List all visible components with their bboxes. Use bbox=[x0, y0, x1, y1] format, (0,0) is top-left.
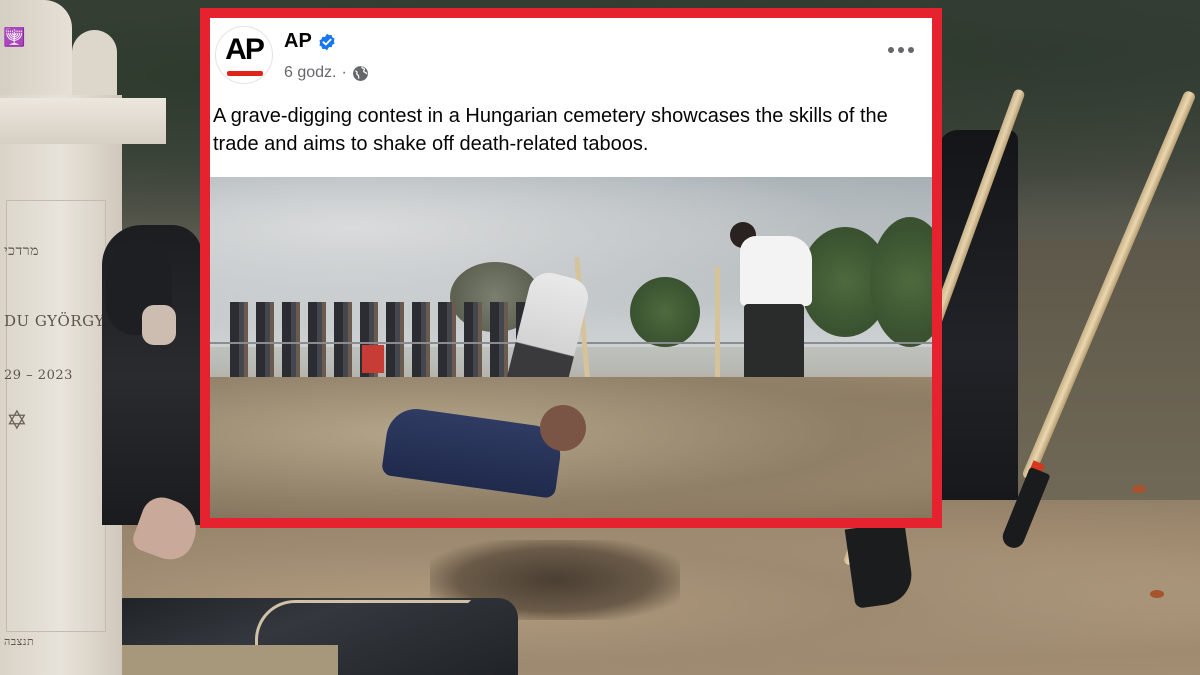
fallen-leaf bbox=[1150, 590, 1164, 598]
more-dot bbox=[898, 47, 904, 53]
tombstone-years: 29 – 2023 bbox=[4, 368, 73, 383]
person-right bbox=[938, 130, 1018, 500]
photo-red-banner bbox=[362, 345, 384, 373]
photo-digger-shirt bbox=[740, 236, 812, 306]
fallen-leaf bbox=[1132, 485, 1146, 493]
tombstone-cap bbox=[0, 98, 166, 144]
post-photo[interactable] bbox=[210, 177, 932, 518]
menorah-icon: 🕎 bbox=[3, 27, 26, 47]
avatar-logo-bar bbox=[227, 71, 263, 76]
more-dot bbox=[908, 47, 914, 53]
tombstone-bottom-text: תנצבה bbox=[4, 635, 35, 648]
verified-badge-icon bbox=[319, 33, 335, 50]
post-meta: 6 godz. · bbox=[284, 64, 369, 82]
more-options-icon[interactable] bbox=[884, 40, 918, 60]
star-of-david-icon: ✡ bbox=[6, 405, 28, 435]
person-left-face bbox=[142, 305, 176, 345]
person-left bbox=[102, 225, 202, 525]
post-caption: A grave-digging contest in a Hungarian c… bbox=[213, 105, 888, 155]
author-row: AP bbox=[284, 30, 336, 53]
post-timestamp[interactable]: 6 godz. bbox=[284, 64, 336, 82]
avatar[interactable]: AP bbox=[215, 26, 273, 84]
globe-icon[interactable] bbox=[352, 65, 369, 82]
author-name[interactable]: AP bbox=[284, 30, 312, 53]
avatar-logo-text: AP bbox=[225, 33, 265, 66]
meta-separator: · bbox=[341, 64, 347, 81]
more-dot bbox=[888, 47, 894, 53]
photo-tree bbox=[630, 277, 700, 347]
photo-shovel-pole bbox=[715, 267, 720, 387]
tombstone-name: DU GYÖRGY bbox=[4, 312, 105, 330]
tombstone-hebrew: מרדכי bbox=[4, 243, 39, 259]
post-card: AP AP 6 godz. · A grave-digging contest … bbox=[210, 18, 932, 518]
post-card-frame: AP AP 6 godz. · A grave-digging contest … bbox=[200, 8, 942, 528]
tombstone-top bbox=[0, 0, 72, 110]
post-header: AP AP 6 godz. · bbox=[210, 18, 932, 104]
background-plank bbox=[118, 645, 338, 675]
photo-digger-pit-head bbox=[540, 405, 586, 451]
